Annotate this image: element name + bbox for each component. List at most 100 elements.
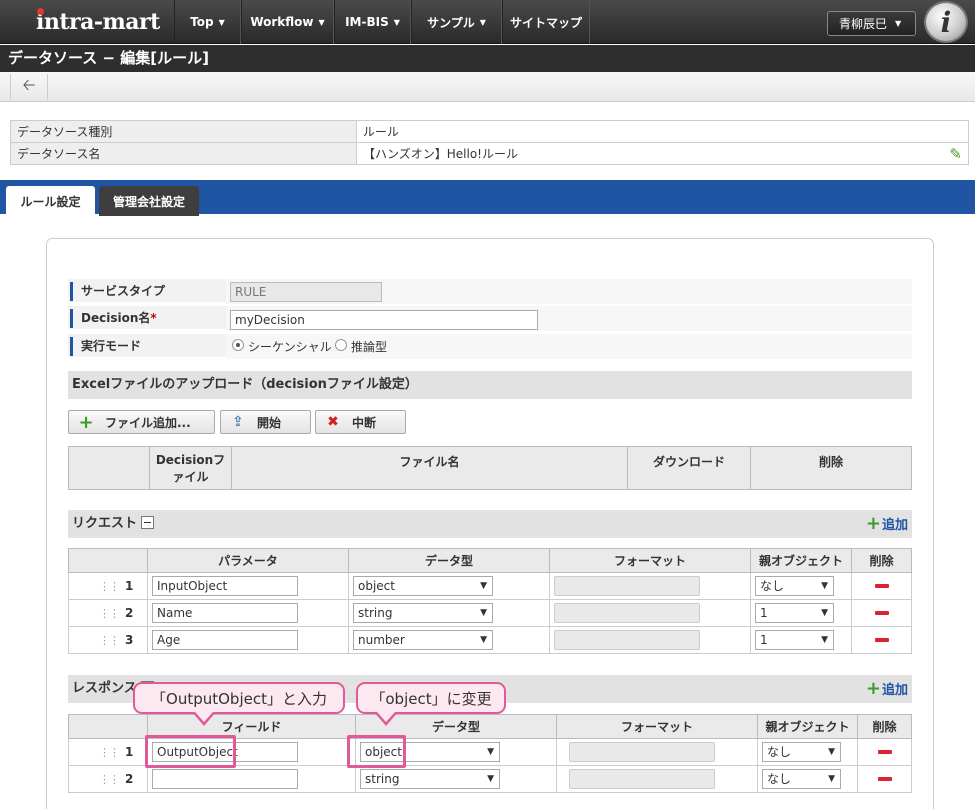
request-section-header: リクエスト +追加 <box>68 510 912 538</box>
format-input <box>554 576 700 596</box>
decision-name-input[interactable]: myDecision <box>230 310 538 330</box>
dropdown-arrow-icon: ▼ <box>480 608 487 618</box>
parameter-input[interactable]: Name <box>152 603 298 623</box>
brand-logo[interactable]: intra-mart <box>0 0 174 44</box>
exec-mode-sequential-label[interactable]: シーケンシャル <box>248 338 332 355</box>
col-format: フォーマット <box>556 714 758 739</box>
format-input <box>569 742 715 762</box>
delete-row-icon[interactable] <box>877 777 892 781</box>
upload-icon: ⇪ <box>232 414 244 430</box>
service-type-label: サービスタイプ <box>70 282 165 301</box>
col-format: フォーマット <box>549 548 751 573</box>
parent-object-select[interactable]: なし ▼ <box>762 742 841 762</box>
required-mark: * <box>150 311 157 325</box>
caret-down-icon: ▼ <box>895 19 902 28</box>
col-parent-object: 親オブジェクト <box>757 714 858 739</box>
service-type-input: RULE <box>230 282 382 302</box>
datasource-name-value: 【ハンズオン】Hello!ルール <box>363 147 518 161</box>
type-highlight-box <box>347 735 406 768</box>
exec-mode-row: 実行モード シーケンシャル 推論型 <box>68 334 912 359</box>
caret-down-icon: ▼ <box>393 17 400 27</box>
format-input <box>554 630 700 650</box>
add-file-button[interactable]: + ファイル追加... <box>68 410 215 434</box>
col-file-name: ファイル名 <box>231 446 628 490</box>
pencil-edit-icon[interactable]: ✎ <box>949 145 962 163</box>
drag-handle-icon[interactable]: ⋮⋮ <box>99 607 120 620</box>
parent-object-select[interactable]: なし ▼ <box>755 576 834 596</box>
user-menu-button[interactable]: 青柳辰巳 ▼ <box>827 11 916 36</box>
col-parent-object: 親オブジェクト <box>750 548 852 573</box>
nav-im-bis[interactable]: IM-BIS ▼ <box>334 0 411 44</box>
data-type-select[interactable]: string ▼ <box>353 603 493 623</box>
nav-sitemap[interactable]: サイトマップ <box>502 0 590 44</box>
delete-row-icon[interactable] <box>877 750 892 754</box>
tab-company-settings[interactable]: 管理会社設定 <box>99 186 199 216</box>
drag-handle-icon[interactable]: ⋮⋮ <box>99 634 120 647</box>
dropdown-arrow-icon: ▼ <box>480 635 487 645</box>
nav-top[interactable]: Top ▼ <box>174 0 241 44</box>
data-type-select[interactable]: number ▼ <box>353 630 493 650</box>
dropdown-arrow-icon: ▼ <box>487 774 494 784</box>
exec-mode-label: 実行モード <box>70 337 141 356</box>
exec-mode-inference-radio[interactable] <box>335 339 347 351</box>
parameter-input[interactable]: InputObject <box>152 576 298 596</box>
datasource-info-table: データソース種別 ルール データソース名 【ハンズオン】Hello!ルール ✎ <box>10 120 969 165</box>
tab-rule-settings[interactable]: ルール設定 <box>6 186 95 216</box>
parent-object-select[interactable]: 1 ▼ <box>755 603 834 623</box>
cancel-upload-button[interactable]: ✖ 中断 <box>315 410 406 434</box>
col-delete: 削除 <box>851 548 912 573</box>
collapse-icon[interactable] <box>141 516 155 529</box>
request-table: パラメータ データ型 フォーマット 親オブジェクト 削除 ⋮⋮ 1 InputOb… <box>68 548 912 654</box>
caret-down-icon: ▼ <box>218 17 225 27</box>
col-delete: 削除 <box>857 714 912 739</box>
field-highlight-box <box>145 735 236 768</box>
decision-name-row: Decision名* myDecision <box>68 306 912 331</box>
dropdown-arrow-icon: ▼ <box>821 635 828 645</box>
exec-mode-inference-label[interactable]: 推論型 <box>351 338 387 355</box>
drag-handle-icon[interactable]: ⋮⋮ <box>99 580 120 593</box>
upload-section-header: Excelファイルのアップロード（decisionファイル設定） <box>68 371 912 399</box>
delete-row-icon[interactable] <box>874 611 889 615</box>
toolbar: 🡠 <box>0 72 975 102</box>
datasource-type-label: データソース種別 <box>10 120 357 143</box>
format-input <box>569 769 715 789</box>
dropdown-arrow-icon: ▼ <box>821 581 828 591</box>
drag-handle-icon[interactable]: ⋮⋮ <box>99 773 120 786</box>
parameter-input[interactable]: Age <box>152 630 298 650</box>
logo-dot-icon <box>37 8 44 15</box>
col-data-type: データ型 <box>348 548 550 573</box>
nav-workflow[interactable]: Workflow ▼ <box>241 0 334 44</box>
callout-tail <box>195 712 213 722</box>
exec-mode-sequential-radio[interactable] <box>232 339 244 351</box>
response-add-link[interactable]: +追加 <box>866 675 908 705</box>
col-delete: 削除 <box>750 446 912 490</box>
datasource-type-value: ルール <box>356 120 969 143</box>
upload-file-table: Decisionファイル ファイル名 ダウンロード 削除 <box>68 446 912 490</box>
drag-handle-icon[interactable]: ⋮⋮ <box>99 746 120 759</box>
close-icon: ✖ <box>327 414 339 430</box>
top-navbar: intra-mart Top ▼ Workflow ▼ IM-BIS ▼ サンプル ▼ … <box>0 0 975 44</box>
data-type-select[interactable]: string ▼ <box>360 769 500 789</box>
dropdown-arrow-icon: ▼ <box>821 608 828 618</box>
parent-object-select[interactable]: なし ▼ <box>762 769 841 789</box>
request-add-link[interactable]: +追加 <box>866 510 908 540</box>
delete-row-icon[interactable] <box>874 584 889 588</box>
data-type-select[interactable]: object ▼ <box>353 576 493 596</box>
field-callout: 「OutputObject」と入力 <box>133 682 345 714</box>
callout-tail <box>377 712 395 722</box>
page-title: データソース − 編集[ルール] <box>0 45 975 72</box>
type-callout: 「object」に変更 <box>356 682 506 714</box>
arrow-left-icon: 🡠 <box>22 74 36 94</box>
table-row: ⋮⋮ 1 InputObject object ▼ なし ▼ <box>68 572 912 600</box>
delete-row-icon[interactable] <box>874 638 889 642</box>
parent-object-select[interactable]: 1 ▼ <box>755 630 834 650</box>
dropdown-arrow-icon: ▼ <box>487 747 494 757</box>
datasource-name-label: データソース名 <box>10 142 357 165</box>
nav-sample[interactable]: サンプル ▼ <box>411 0 502 44</box>
back-button[interactable]: 🡠 <box>10 74 48 100</box>
intra-mart-i-icon[interactable]: i <box>924 1 968 43</box>
tab-bar: ルール設定 管理会社設定 <box>0 180 975 216</box>
table-row: ⋮⋮ 2 string ▼ なし ▼ <box>68 765 912 793</box>
start-upload-button[interactable]: ⇪ 開始 <box>220 410 311 434</box>
field-input[interactable] <box>152 769 298 789</box>
